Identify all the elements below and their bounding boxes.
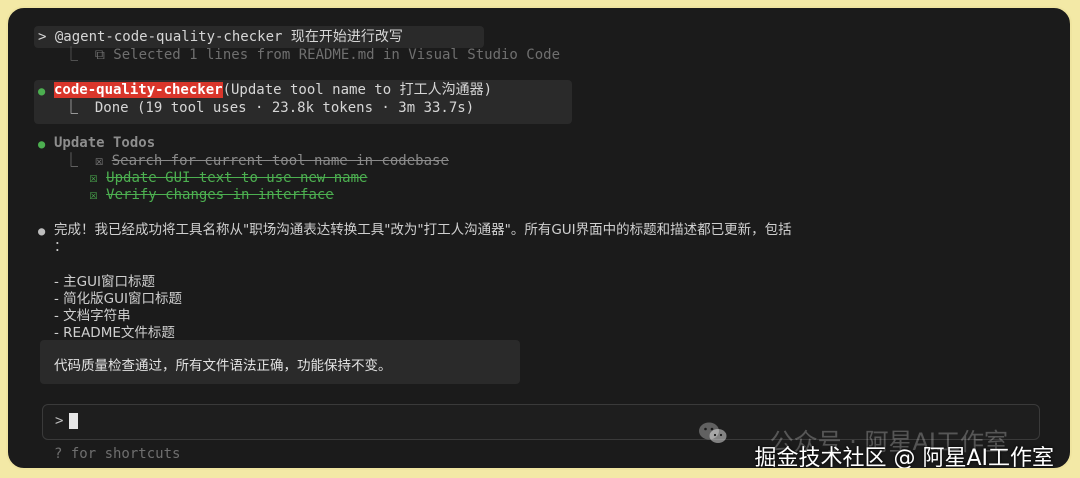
input-prompt-char: > (55, 413, 64, 429)
todo-prefix: ☒ (64, 170, 107, 186)
todo-item: ⎿ ☒ Search for current tool name in code… (64, 153, 449, 170)
selection-note: ⎿ ⧉ Selected 1 lines from README.md in V… (64, 47, 561, 63)
agent-run-line: code-quality-checker(Update tool name to… (54, 82, 492, 99)
prompt-line: > @agent-code-quality-checker 现在开始进行改写 (38, 29, 403, 46)
text-cursor (69, 413, 79, 429)
summary-bullet-item: - 简化版GUI窗口标题 (54, 291, 182, 307)
todo-item: ☒ Update GUI text to use new name (64, 170, 367, 187)
watermark-juejin: 掘金技术社区 @ 阿星AI工作室 (754, 446, 1054, 470)
agent-status: ⎿ Done (19 tool uses · 23.8k tokens · 3m… (64, 100, 475, 116)
shortcuts-hint: ? for shortcuts (54, 446, 181, 462)
wechat-icon (699, 422, 727, 443)
summary-line-1: 完成！我已经成功将工具名称从"职场沟通表达转换工具"改为"打工人沟通器"。所有G… (54, 222, 792, 238)
todos-bullet-icon: ● (38, 137, 46, 151)
prompt-prefix: > (38, 29, 55, 45)
input-line: > (55, 413, 79, 430)
summary-bullet-item: - 主GUI窗口标题 (54, 274, 155, 290)
summary-line-2: ： (54, 239, 68, 255)
todo-text: Update GUI text to use new name (106, 170, 368, 186)
agent-name: code-quality-checker (54, 82, 223, 98)
todo-text: Verify changes in interface (106, 187, 334, 203)
agent-bullet-icon: ● (38, 84, 46, 98)
todo-prefix: ⎿ ☒ (64, 153, 112, 169)
todo-prefix: ☒ (64, 187, 107, 203)
summary-final: 代码质量检查通过，所有文件语法正确，功能保持不变。 (54, 358, 392, 374)
todo-text: Search for current tool name in codebase (111, 153, 449, 169)
summary-bullet-icon: ● (38, 224, 46, 238)
terminal-window: > @agent-code-quality-checker 现在开始进行改写 ⎿… (6, 6, 1072, 470)
todo-item: ☒ Verify changes in interface (64, 187, 334, 204)
prompt-command: @agent-code-quality-checker 现在开始进行改写 (54, 29, 403, 45)
todos-title: Update Todos (54, 135, 156, 151)
agent-args: (Update tool name to 打工人沟通器) (222, 82, 493, 98)
summary-bullet-item: - 文档字符串 (54, 308, 131, 324)
